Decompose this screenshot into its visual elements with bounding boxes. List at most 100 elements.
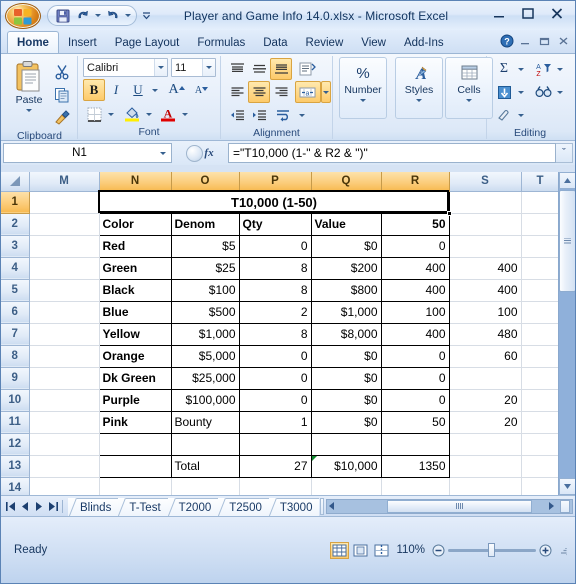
cell-R5[interactable]: 400 [380,278,450,302]
cell-P4[interactable]: 8 [238,256,312,280]
cell-Q13[interactable]: $10,000 [310,454,382,478]
sheet-tab-t2000[interactable]: T2000 [175,497,219,517]
cell-R14[interactable] [381,477,450,495]
horizontal-scrollbar[interactable] [326,498,573,514]
fill-down-icon[interactable] [493,81,515,103]
underline-dropdown-icon[interactable] [149,79,160,101]
cell-P3[interactable]: 0 [238,234,312,258]
cell-O11[interactable]: Bounty [170,410,240,434]
font-name-combo[interactable]: Calibri [83,58,168,77]
align-top-icon[interactable] [226,58,248,80]
expand-formula-bar-button[interactable]: ˇ [556,143,573,163]
cell-T11[interactable] [521,411,560,434]
align-middle-icon[interactable] [248,58,270,80]
cell-R13[interactable]: 1350 [380,454,450,478]
styles-dropdown-icon[interactable] [416,99,422,102]
cell-Q12[interactable] [310,432,382,456]
name-box[interactable]: N1 [3,143,172,163]
next-sheet-icon[interactable] [32,499,45,514]
cell-R6[interactable]: 100 [380,300,450,324]
horizontal-scroll-thumb[interactable] [387,499,532,513]
font-size-dropdown-icon[interactable] [202,59,215,76]
scroll-up-icon[interactable] [559,172,575,189]
cell-M1[interactable] [29,191,100,214]
align-center-icon[interactable] [248,81,270,103]
cell-Q14[interactable] [311,477,382,495]
row-header-4[interactable]: 4 [1,257,30,280]
font-size-combo[interactable]: 11 [171,58,216,77]
page-layout-view-icon[interactable] [351,542,370,559]
cell-M3[interactable] [29,235,100,258]
cell-R11[interactable]: 50 [380,410,450,434]
cell-T13[interactable] [521,455,560,478]
fill-handle[interactable] [447,211,452,216]
number-group-button[interactable]: % Number [339,57,387,119]
vertical-scrollbar[interactable] [558,172,575,495]
insert-function-icon[interactable]: fx [204,147,213,159]
row-header-3[interactable]: 3 [1,235,30,258]
select-all-icon[interactable] [1,172,30,192]
maximize-button[interactable] [513,3,542,24]
cell-O10[interactable]: $100,000 [170,388,240,412]
fill-dropdown-icon[interactable] [515,81,526,103]
cell-R7[interactable]: 400 [380,322,450,346]
cell-P13[interactable]: 27 [238,454,312,478]
cell-O6[interactable]: $500 [170,300,240,324]
cell-N4[interactable]: Green [98,256,172,280]
align-left-icon[interactable] [226,81,248,103]
cell-N12[interactable] [98,432,172,456]
cell-P10[interactable]: 0 [238,388,312,412]
decrease-indent-icon[interactable] [226,104,248,126]
cell-T5[interactable] [521,279,560,302]
cell-O12[interactable] [170,432,240,456]
previous-sheet-icon[interactable] [18,499,31,514]
cell-N14[interactable] [99,477,172,495]
cell-S9[interactable] [449,367,522,390]
cell-Q3[interactable]: $0 [310,234,382,258]
font-color-icon[interactable]: A [157,103,179,125]
cell-P6[interactable]: 2 [238,300,312,324]
cell-N5[interactable]: Black [98,278,172,302]
sort-filter-icon[interactable]: A Z [532,58,554,80]
row-header-12[interactable]: 12 [1,433,30,456]
column-header-q[interactable]: Q [311,172,382,192]
cell-S8[interactable]: 60 [449,345,522,368]
find-select-icon[interactable] [532,81,554,103]
close-button[interactable] [542,3,571,24]
formula-input[interactable]: ="T10,000 (1-" & R2 & ")" [228,143,556,163]
cell-N11[interactable]: Pink [98,410,172,434]
cell-R10[interactable]: 0 [380,388,450,412]
cell-M10[interactable] [29,389,100,412]
cell-M11[interactable] [29,411,100,434]
column-header-o[interactable]: O [171,172,240,192]
help-icon[interactable]: ? [498,32,515,49]
cell-O9[interactable]: $25,000 [170,366,240,390]
grow-font-button[interactable]: A [164,79,189,101]
cell-M9[interactable] [29,367,100,390]
sheet-tab-t2500[interactable]: T2500 [226,497,269,517]
cell-M5[interactable] [29,279,100,302]
insert-function-round-icon[interactable] [186,144,204,162]
zoom-slider[interactable] [448,543,536,558]
cell-P5[interactable]: 8 [238,278,312,302]
cell-T2[interactable] [521,213,560,236]
cell-M14[interactable] [29,477,100,495]
cell-M7[interactable] [29,323,100,346]
cell-P14[interactable] [239,477,312,495]
zoom-out-button[interactable] [431,543,446,558]
cell-N3[interactable]: Red [98,234,172,258]
row-header-10[interactable]: 10 [1,389,30,412]
minimize-button[interactable] [484,3,513,24]
borders-dropdown-icon[interactable] [105,103,116,125]
cell-Q10[interactable]: $0 [310,388,382,412]
column-header-n[interactable]: N [99,172,172,192]
row-header-9[interactable]: 9 [1,367,30,390]
cell-N13[interactable] [98,454,172,478]
cell-P7[interactable]: 8 [238,322,312,346]
paste-button[interactable]: Paste [7,58,51,112]
cell-Q11[interactable]: $0 [310,410,382,434]
cell-T10[interactable] [521,389,560,412]
column-header-r[interactable]: R [381,172,450,192]
cell-N2[interactable]: Color [98,212,172,236]
cell-T12[interactable] [521,433,560,456]
